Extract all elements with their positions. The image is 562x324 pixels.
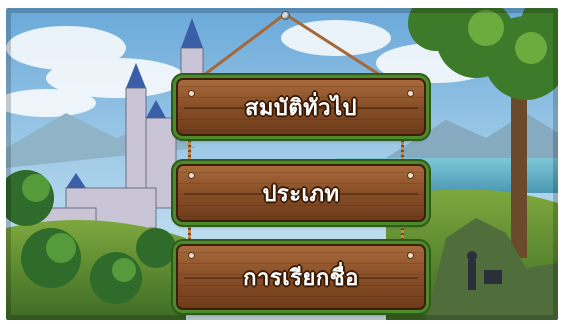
menu-label-types: ประเภท [262, 181, 340, 207]
bolt-icon [188, 90, 195, 97]
menu-button-naming[interactable]: การเรียกชื่อ [176, 244, 426, 310]
bolt-icon [188, 252, 195, 259]
menu-label-general-properties: สมบัติทั่วไป [244, 95, 358, 121]
menu-button-general-properties[interactable]: สมบัติทั่วไป [176, 78, 426, 136]
bolt-icon [407, 252, 414, 259]
bolt-icon [407, 172, 414, 179]
bolt-icon [407, 90, 414, 97]
game-screen: สมบัติทั่วไป ประเภท การเรียกชื่อ [0, 0, 562, 324]
menu-button-types[interactable]: ประเภท [176, 164, 426, 222]
fantasy-castle-background: สมบัติทั่วไป ประเภท การเรียกชื่อ [6, 8, 558, 320]
bolt-icon [188, 172, 195, 179]
menu-label-naming: การเรียกชื่อ [243, 265, 359, 291]
top-hook-icon [281, 11, 290, 20]
